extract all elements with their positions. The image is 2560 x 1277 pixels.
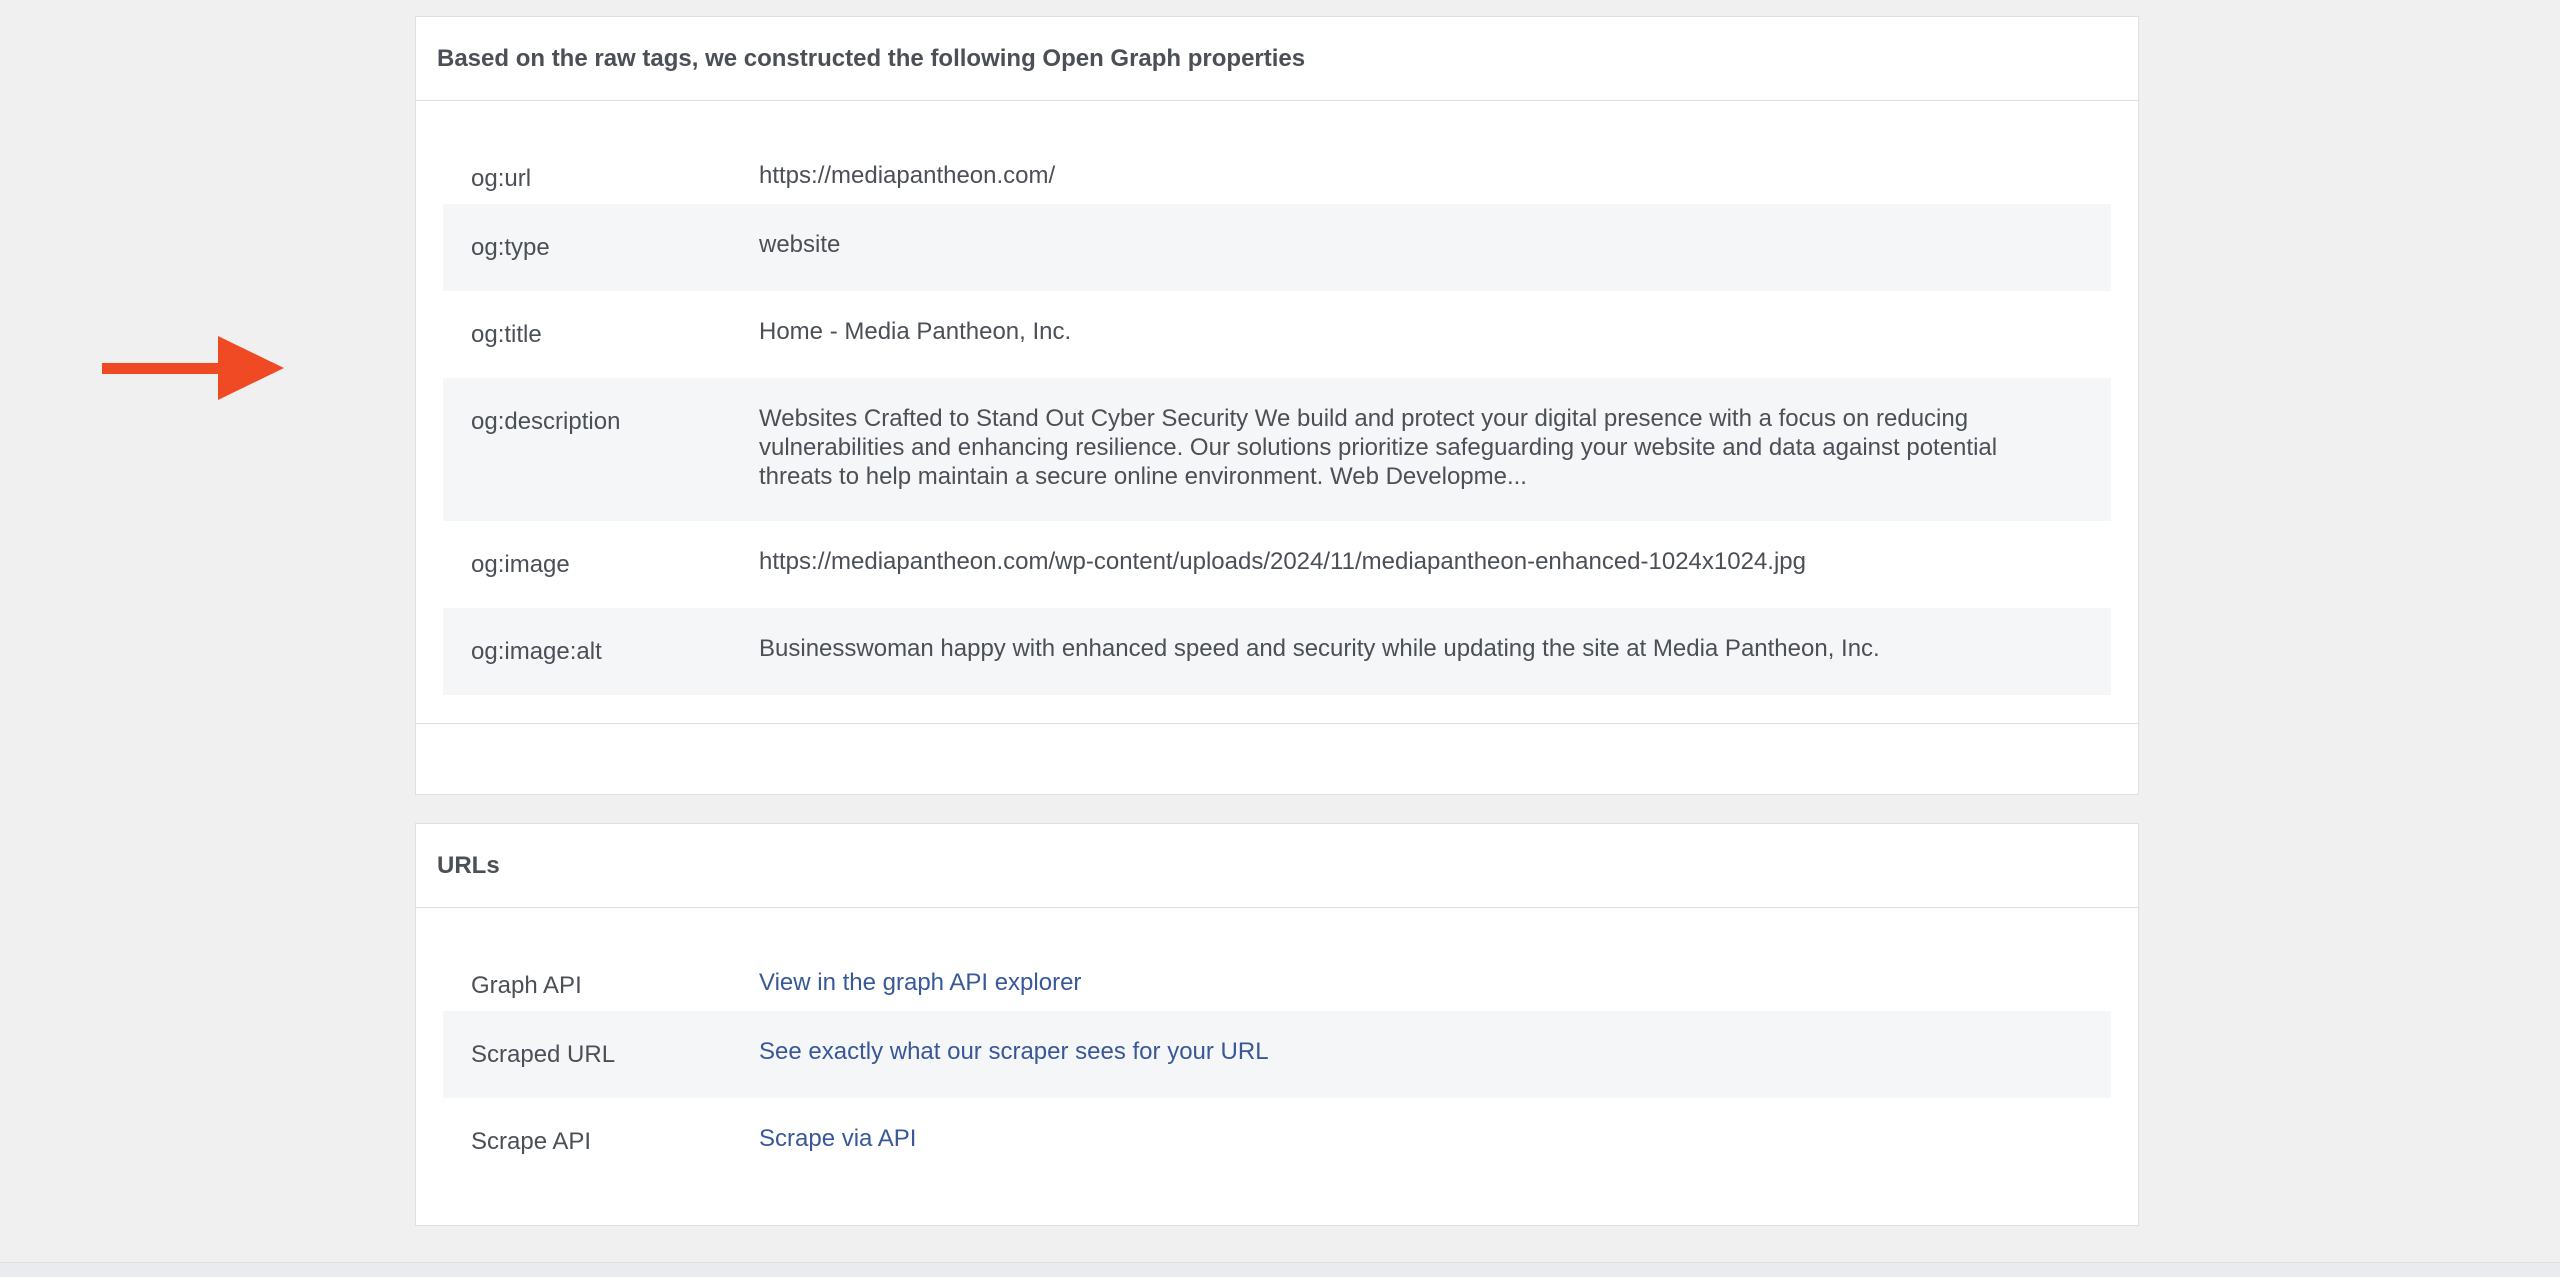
property-key: og:image [471, 551, 570, 578]
url-key: Scraped URL [471, 1041, 616, 1068]
table-row: Graph API View in the graph API explorer [443, 924, 2111, 1011]
property-value: Home - Media Pantheon, Inc. [759, 318, 1072, 345]
property-key: og:type [471, 234, 550, 261]
urls-panel: URLs Graph API View in the graph API exp… [415, 823, 2139, 1226]
url-key: Scrape API [471, 1128, 592, 1155]
property-value: https://mediapantheon.com/ [759, 162, 1056, 189]
urls-table: Graph API View in the graph API explorer… [416, 908, 2138, 1185]
arrow-right-icon [102, 336, 284, 400]
table-row: og:image:alt Businesswoman happy with en… [443, 608, 2111, 695]
open-graph-properties-panel: Based on the raw tags, we constructed th… [415, 16, 2139, 795]
property-key: og:description [471, 408, 621, 435]
table-row: og:description Websites Crafted to Stand… [443, 378, 2111, 521]
table-row: og:type website [443, 204, 2111, 291]
table-row: og:title Home - Media Pantheon, Inc. [443, 291, 2111, 378]
table-row: og:url https://mediapantheon.com/ [443, 117, 2111, 204]
panel-title: URLs [416, 824, 2138, 908]
scrape-via-api-link[interactable]: Scrape via API [759, 1124, 2111, 1185]
property-value: Websites Crafted to Stand Out Cyber Secu… [759, 405, 1998, 490]
panel-title: Based on the raw tags, we constructed th… [416, 17, 2138, 101]
panel-footer [416, 723, 2138, 780]
scraped-url-link[interactable]: See exactly what our scraper sees for yo… [759, 1037, 2111, 1098]
property-value: https://mediapantheon.com/wp-content/upl… [759, 548, 1806, 575]
property-value: Businesswoman happy with enhanced speed … [759, 635, 1880, 662]
table-row: og:image https://mediapantheon.com/wp-co… [443, 521, 2111, 608]
page-bottom-edge [0, 1262, 2560, 1277]
url-key: Graph API [471, 972, 582, 999]
og-properties-table: og:url https://mediapantheon.com/ og:typ… [416, 101, 2138, 695]
table-row: Scraped URL See exactly what our scraper… [443, 1011, 2111, 1098]
property-value: website [759, 231, 841, 258]
property-key: og:image:alt [471, 638, 602, 665]
property-key: og:url [471, 165, 532, 192]
property-key: og:title [471, 321, 542, 348]
table-row: Scrape API Scrape via API [443, 1098, 2111, 1185]
graph-api-explorer-link[interactable]: View in the graph API explorer [759, 968, 2111, 1011]
